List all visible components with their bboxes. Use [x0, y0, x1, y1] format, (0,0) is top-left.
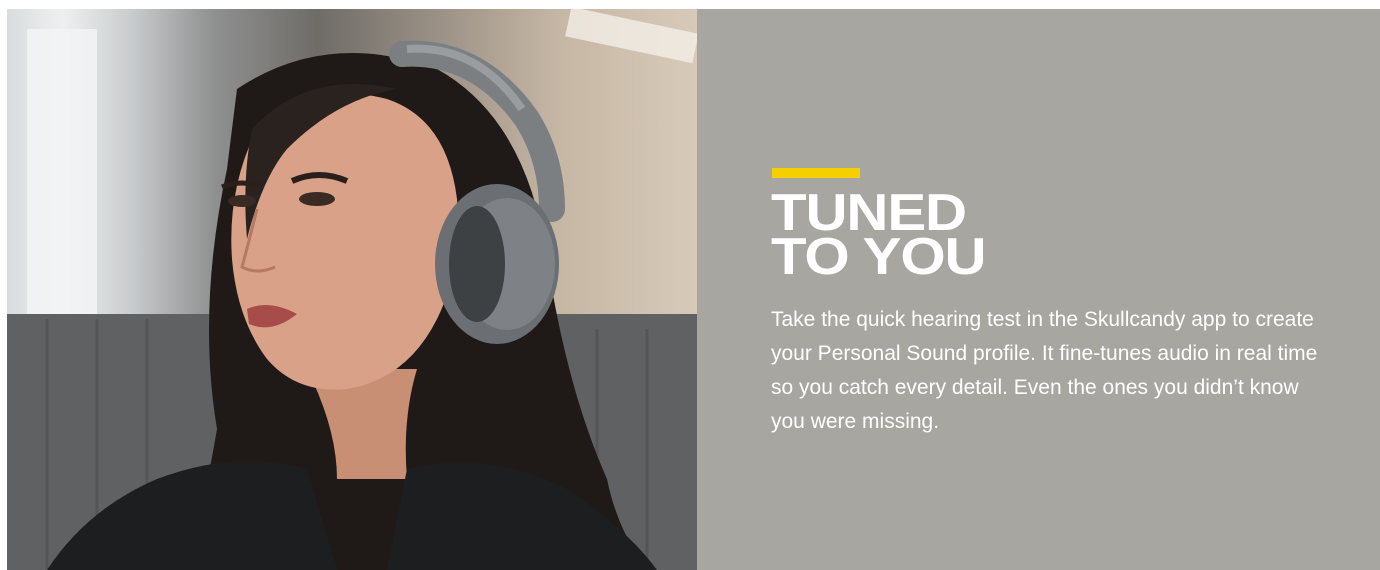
headline: TUNED TO YOU [771, 187, 987, 286]
body-copy: Take the quick hearing test in the Skull… [771, 308, 1318, 433]
content-panel: TUNED TO YOU Take the quick hearing test… [697, 9, 1380, 570]
accent-bar [772, 168, 860, 178]
hero-photo-illustration [7, 9, 697, 570]
hero-photo [7, 9, 697, 570]
feature-banner: TUNED TO YOU Take the quick hearing test… [7, 9, 1380, 570]
headline-line-2: TO YOU [771, 228, 987, 286]
